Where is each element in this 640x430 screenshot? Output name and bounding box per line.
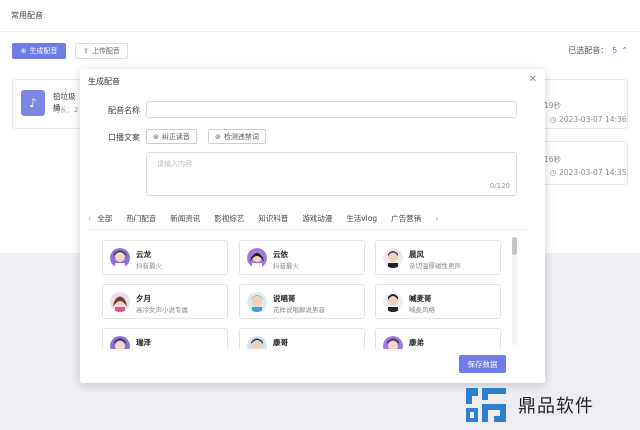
voice-grid-scrollbar[interactable] bbox=[512, 237, 517, 345]
script-label: 口播文案 bbox=[108, 133, 140, 142]
voice-item-card[interactable]: 16秒 ◷ 2023-03-07 14:35 bbox=[540, 141, 628, 185]
tab-ads[interactable]: 广告营销 bbox=[391, 213, 421, 224]
voice-name-label: 配音名称 bbox=[108, 106, 140, 115]
voice-name-input[interactable] bbox=[146, 101, 517, 118]
chevron-left-icon[interactable]: ‹ bbox=[88, 214, 91, 223]
voice-card-chenfeng[interactable]: 晨风 亲切温厚磁性男声 bbox=[375, 240, 501, 275]
scroll-thumb[interactable] bbox=[512, 237, 517, 255]
voice-grid: 云龙 抖音最火 云依 抖音最火 晨风 亲切温厚磁性男声 夕月 高冷女声小说专属 bbox=[102, 239, 512, 349]
avatar bbox=[383, 292, 403, 312]
clock-icon: ◷ bbox=[550, 168, 557, 177]
voice-card-xiyue[interactable]: 夕月 高冷女声小说专属 bbox=[102, 284, 228, 319]
tab-all[interactable]: 全部 bbox=[97, 213, 112, 224]
pronunciation-icon: ⊜ bbox=[153, 132, 159, 141]
tab-games[interactable]: 游戏动漫 bbox=[302, 213, 332, 224]
generate-voice-dialog: 生成配音 ✕ 配音名称 口播文案 ⊜ 纠正读音 ⊘ 检测违禁词 请输入内容 0/… bbox=[80, 69, 545, 383]
avatar bbox=[247, 292, 267, 312]
script-textarea[interactable]: 请输入内容 0/120 bbox=[146, 152, 517, 196]
tab-vlog[interactable]: 生活vlog bbox=[346, 213, 377, 224]
check-banned-words-button[interactable]: ⊘ 检测违禁词 bbox=[208, 129, 266, 144]
voice-card-ruize[interactable]: 瑞泽 bbox=[102, 328, 228, 349]
brand-logo-icon bbox=[466, 388, 506, 422]
watermark-logo: 鼎品软件 bbox=[464, 386, 594, 424]
avatar bbox=[110, 248, 130, 268]
fix-pronunciation-button[interactable]: ⊜ 纠正读音 bbox=[146, 129, 197, 144]
avatar bbox=[383, 248, 403, 268]
generate-voice-button[interactable]: ⊕ 生成配音 bbox=[12, 43, 66, 59]
tab-news[interactable]: 新闻资讯 bbox=[170, 213, 200, 224]
voice-card-kangdi[interactable]: 康弟 bbox=[375, 328, 501, 349]
music-note-icon: ♪ bbox=[21, 90, 45, 116]
page-title: 常用配音 bbox=[11, 11, 43, 20]
upload-icon: ⇧ bbox=[83, 47, 89, 55]
close-icon[interactable]: ✕ bbox=[529, 74, 537, 85]
divider bbox=[88, 229, 528, 230]
clock-icon: ◷ bbox=[550, 115, 557, 124]
voice-card-yunyi[interactable]: 云依 抖音最火 bbox=[239, 240, 365, 275]
upload-voice-button[interactable]: ⇧ 上传配音 bbox=[75, 43, 128, 59]
voice-card-hanmai[interactable]: 喊麦哥 喊麦风格 bbox=[375, 284, 501, 319]
voice-category-tabs: ‹ 全部 热门配音 新闻资讯 影视综艺 知识科普 游戏动漫 生活vlog 广告营… bbox=[88, 211, 518, 225]
save-data-button[interactable]: 保存数据 bbox=[459, 355, 506, 373]
ban-icon: ⊘ bbox=[215, 132, 221, 141]
tab-science[interactable]: 知识科普 bbox=[258, 213, 288, 224]
avatar bbox=[247, 248, 267, 268]
voice-item-card[interactable]: 19秒 ◷ 2023-03-07 14:36 bbox=[540, 79, 628, 129]
char-counter: 0/120 bbox=[489, 182, 510, 190]
watermark-text: 鼎品软件 bbox=[518, 396, 594, 417]
avatar bbox=[247, 336, 267, 349]
avatar bbox=[110, 292, 130, 312]
chevron-up-icon[interactable]: ⌃ bbox=[621, 46, 628, 55]
chevron-right-icon[interactable]: › bbox=[435, 214, 438, 223]
dialog-title: 生成配音 bbox=[88, 77, 120, 86]
avatar bbox=[110, 336, 130, 349]
tab-hot[interactable]: 热门配音 bbox=[126, 213, 156, 224]
voice-item-card[interactable]: ♪ 铅垃圾桶 时长：2 bbox=[12, 79, 82, 129]
tab-film[interactable]: 影视综艺 bbox=[214, 213, 244, 224]
voice-card-yunlong[interactable]: 云龙 抖音最火 bbox=[102, 240, 228, 275]
selected-voice-count: 已选配音： 5 ⌃ bbox=[568, 46, 628, 55]
voice-card-kangge[interactable]: 康哥 bbox=[239, 328, 365, 349]
voice-card-rapper[interactable]: 说唱哥 花样说唱解说男音 bbox=[239, 284, 365, 319]
plus-circle-icon: ⊕ bbox=[20, 47, 27, 55]
script-placeholder: 请输入内容 bbox=[157, 160, 192, 168]
divider bbox=[0, 31, 640, 32]
avatar bbox=[383, 336, 403, 349]
